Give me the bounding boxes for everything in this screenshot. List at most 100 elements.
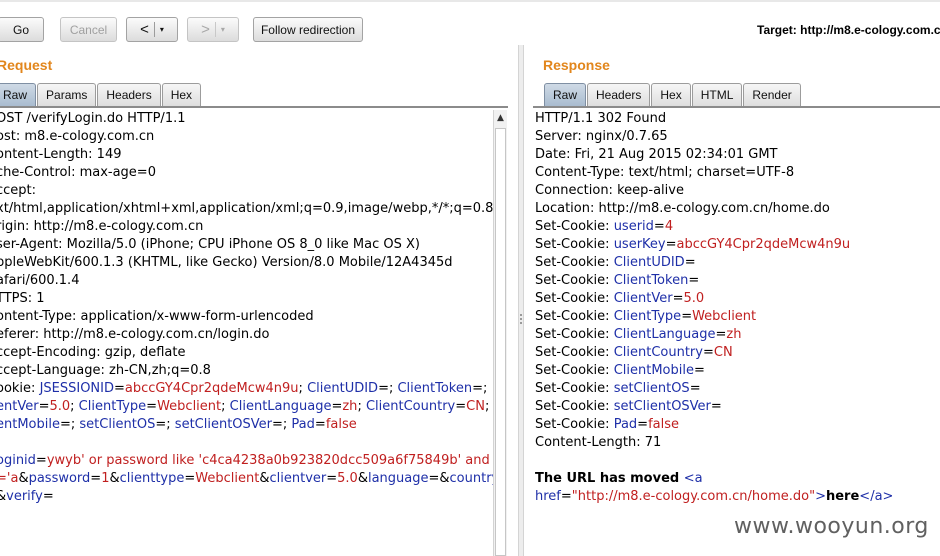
- request-text-segment: &: [259, 471, 270, 486]
- split-pane-divider[interactable]: [518, 45, 524, 556]
- request-text-segment: =;: [472, 381, 488, 396]
- request-text-segment: =: [35, 453, 47, 468]
- request-tab-raw[interactable]: Raw: [0, 83, 37, 106]
- response-text-segment: Set-Cookie:: [535, 327, 614, 342]
- request-text-segment: JSESSIONID: [39, 381, 115, 396]
- request-text-segment: =: [42, 489, 54, 504]
- follow-redirection-button[interactable]: Follow redirection: [253, 17, 363, 42]
- response-line: Set-Cookie: ClientLanguage=zh: [535, 326, 940, 344]
- request-text-segment: ccept-Encoding: gzip, deflate: [0, 345, 186, 360]
- request-text-segment: eferer: http://m8.e-cology.com.cn/login.…: [0, 327, 270, 342]
- request-text-segment: =: [326, 471, 338, 486]
- request-text-segment: ywyb' or password like 'c4ca4238a0b92382…: [46, 453, 490, 468]
- request-line: oginid=ywyb' or password like 'c4ca4238a…: [0, 452, 493, 470]
- request-tab-headers[interactable]: Headers: [97, 83, 161, 106]
- response-tab-headers[interactable]: Headers: [587, 83, 651, 106]
- response-text-segment: =: [672, 291, 684, 306]
- response-line: href="http://m8.e-cology.com.cn/home.do"…: [535, 488, 940, 506]
- request-text-segment: ccept-Language: zh-CN,zh;q=0.8: [0, 363, 211, 378]
- response-text-segment: abccGY4Cpr2qdeMcw4n9u: [676, 237, 851, 252]
- watermark: www.wooyun.org: [734, 514, 929, 539]
- toolbar: Go Cancel < ▾ > ▾ Follow redirection Tar…: [0, 0, 940, 45]
- go-button[interactable]: Go: [0, 17, 44, 42]
- divider-grip-icon[interactable]: [519, 312, 523, 330]
- response-text-segment: here: [825, 489, 860, 504]
- request-line: entVer=5.0; ClientType=Webclient; Client…: [0, 398, 493, 416]
- response-text-segment: Set-Cookie:: [535, 237, 614, 252]
- request-panel-title: Request: [0, 57, 53, 73]
- response-text-segment: =: [693, 363, 705, 378]
- chevron-right-icon: >: [201, 21, 210, 38]
- response-tab-html[interactable]: HTML: [691, 83, 743, 106]
- response-text-segment: userid: [613, 219, 654, 234]
- follow-redirection-label: Follow redirection: [260, 22, 356, 37]
- request-text-segment: country: [449, 471, 493, 486]
- response-text-segment: Set-Cookie:: [535, 291, 614, 306]
- button-separator: [214, 22, 216, 37]
- response-line: HTTP/1.1 302 Found: [535, 110, 940, 128]
- request-text-segment: ;: [357, 399, 366, 414]
- response-text-segment: ClientMobile: [613, 363, 694, 378]
- response-tab-raw[interactable]: Raw: [544, 83, 587, 106]
- response-line: Server: nginx/0.7.65: [535, 128, 940, 146]
- request-line: &verify=: [0, 488, 493, 506]
- response-line: Connection: keep-alive: [535, 182, 940, 200]
- request-text-segment: 5.0: [49, 399, 71, 414]
- forward-button[interactable]: > ▾: [187, 17, 239, 42]
- response-text-segment: <a: [683, 471, 703, 486]
- response-text-segment: Set-Cookie:: [535, 399, 614, 414]
- scroll-thumb[interactable]: [495, 128, 506, 556]
- response-text-segment: Set-Cookie:: [535, 363, 614, 378]
- forward-history-dropdown-icon[interactable]: ▾: [221, 25, 225, 34]
- back-button[interactable]: < ▾: [126, 17, 178, 42]
- response-text-segment: href: [535, 489, 561, 504]
- request-text-segment: ppleWebKit/600.1.3 (KHTML, like Gecko) V…: [0, 255, 453, 270]
- request-line: ='a&password=1&clienttype=Webclient&clie…: [0, 470, 493, 488]
- request-text-segment: =;: [272, 417, 292, 432]
- response-line: Set-Cookie: userKey=abccGY4Cpr2qdeMcw4n9…: [535, 236, 940, 254]
- scroll-up-arrow-icon[interactable]: ▲: [494, 110, 507, 126]
- request-text-segment: TTPS: 1: [0, 291, 45, 306]
- request-tab-params[interactable]: Params: [37, 83, 97, 106]
- request-line: ost: m8.e-cology.com.cn: [0, 128, 493, 146]
- response-text-segment: =: [710, 399, 722, 414]
- request-text-segment: language: [367, 471, 429, 486]
- response-text-segment: HTTP/1.1 302 Found: [535, 111, 667, 126]
- request-line: ontent-Type: application/x-www-form-urle…: [0, 308, 493, 326]
- response-tab-render[interactable]: Render: [743, 83, 801, 106]
- request-text-segment: ClientUDID: [307, 381, 379, 396]
- cancel-button[interactable]: Cancel: [60, 17, 117, 42]
- request-raw-editor[interactable]: OST /verifyLogin.do HTTP/1.1 ost: m8.e-co…: [0, 110, 493, 556]
- request-line: ontent-Length: 149: [0, 146, 493, 164]
- request-text-segment: abccGY4Cpr2qdeMcw4n9u: [124, 381, 299, 396]
- back-history-dropdown-icon[interactable]: ▾: [160, 25, 164, 34]
- response-text-segment: Date: Fri, 21 Aug 2015 02:34:01 GMT: [535, 147, 778, 162]
- request-text-segment: setClientOS: [79, 417, 156, 432]
- response-text-segment: =: [702, 345, 714, 360]
- response-line: Set-Cookie: ClientType=Webclient: [535, 308, 940, 326]
- response-text-segment: >: [815, 489, 826, 504]
- request-tab-hex[interactable]: Hex: [161, 83, 202, 106]
- response-text-segment: Set-Cookie:: [535, 273, 614, 288]
- request-text-segment: ='a: [0, 471, 19, 486]
- request-line: ookie: JSESSIONID=abccGY4Cpr2qdeMcw4n9u;…: [0, 380, 493, 398]
- response-line: Content-Type: text/html; charset=UTF-8: [535, 164, 940, 182]
- response-raw-viewer[interactable]: HTTP/1.1 302 Found Server: nginx/0.7.65 Da…: [535, 110, 940, 556]
- request-text-segment: 5.0: [337, 471, 358, 486]
- response-text-segment: Set-Cookie:: [535, 381, 614, 396]
- request-text-segment: entVer: [0, 399, 39, 414]
- request-line: eferer: http://m8.e-cology.com.cn/login.…: [0, 326, 493, 344]
- request-text-segment: zh: [342, 399, 358, 414]
- request-line: ppleWebKit/600.1.3 (KHTML, like Gecko) V…: [0, 254, 493, 272]
- request-text-segment: Pad: [291, 417, 315, 432]
- request-text-segment: ClientType: [78, 399, 147, 414]
- request-text-segment: ;: [298, 381, 308, 396]
- response-tab-hex[interactable]: Hex: [651, 83, 691, 106]
- request-scrollbar[interactable]: ▲: [493, 110, 507, 556]
- request-line: che-Control: max-age=0: [0, 164, 493, 182]
- request-text-segment: =: [331, 399, 343, 414]
- request-text-segment: ccept:: [0, 183, 37, 198]
- response-text-segment: Set-Cookie:: [535, 417, 614, 432]
- request-text-segment: =: [314, 417, 326, 432]
- response-text-segment: Set-Cookie:: [535, 255, 614, 270]
